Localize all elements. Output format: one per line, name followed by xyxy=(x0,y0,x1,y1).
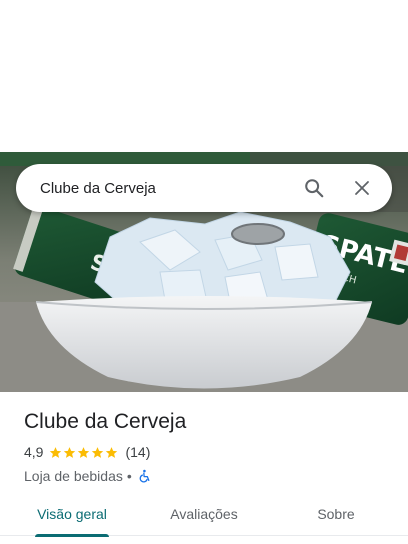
place-title: Clube da Cerveja xyxy=(24,410,187,433)
star-icon xyxy=(106,446,118,458)
search-bar[interactable]: Clube da Cerveja xyxy=(16,164,392,212)
review-count: (14) xyxy=(125,444,151,460)
rating-value: 4,9 xyxy=(24,444,44,460)
separator-dot: • xyxy=(126,468,132,484)
tab-reviews[interactable]: Avaliações xyxy=(166,492,242,536)
place-category: Loja de bebidas xyxy=(24,468,123,484)
tab-label: Avaliações xyxy=(170,506,238,522)
category-row: Loja de bebidas • xyxy=(24,466,394,486)
star-icon xyxy=(64,446,76,458)
search-icon[interactable] xyxy=(296,170,332,206)
active-tab-indicator xyxy=(35,534,109,537)
tab-label: Visão geral xyxy=(37,506,107,522)
tab-about[interactable]: Sobre xyxy=(316,492,356,536)
place-sheet: S SPATEN MUNICH xyxy=(0,0,408,544)
wheelchair-icon xyxy=(139,469,150,483)
star-rating xyxy=(49,446,119,459)
tab-overview[interactable]: Visão geral xyxy=(35,492,109,537)
rating-row[interactable]: 4,9 (14) xyxy=(24,442,394,462)
tab-bar: Visão geral Avaliações Sobre xyxy=(0,492,408,537)
tab-label: Sobre xyxy=(317,506,355,522)
star-icon xyxy=(50,446,62,458)
star-icon xyxy=(78,446,90,458)
search-input[interactable]: Clube da Cerveja xyxy=(40,180,296,197)
place-info: Clube da Cerveja 4,9 (14) Loja de bebida… xyxy=(24,408,394,486)
star-icon xyxy=(92,446,104,458)
close-icon[interactable] xyxy=(344,170,380,206)
